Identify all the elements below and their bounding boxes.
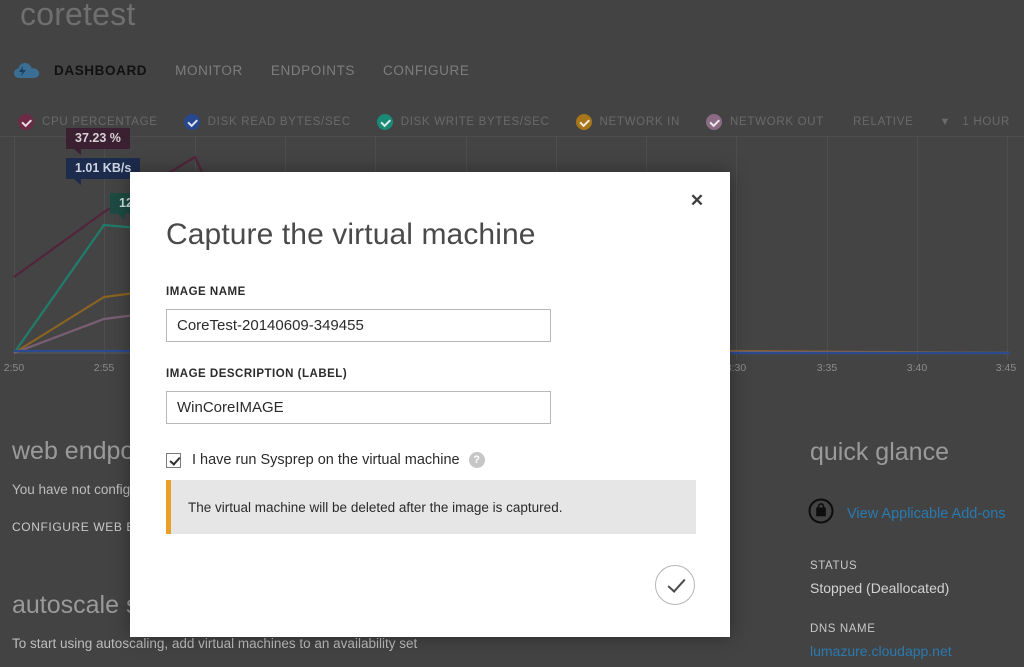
shopping-bag-icon: [808, 498, 834, 529]
confirm-button[interactable]: [655, 565, 695, 605]
app-root: coretest DASHBOARD MONITOR ENDPOINTS CON…: [0, 0, 1024, 667]
metric-toggle-network-in[interactable]: NETWORK IN: [575, 114, 681, 130]
check-circle-icon: [706, 114, 723, 130]
metric-label: NETWORK OUT: [730, 116, 824, 128]
metric-toggle-disk-write[interactable]: DISK WRITE BYTES/SEC: [376, 114, 550, 130]
metric-label: CPU PERCENTAGE: [42, 116, 158, 128]
capture-vm-dialog: ✕ Capture the virtual machine IMAGE NAME…: [130, 172, 730, 637]
nav-item-configure[interactable]: CONFIGURE: [383, 63, 469, 78]
sysprep-checkbox-row[interactable]: I have run Sysprep on the virtual machin…: [166, 452, 485, 468]
quick-glance-heading: quick glance: [810, 438, 949, 466]
help-icon[interactable]: ?: [468, 452, 485, 468]
x-tick-label: 3:40: [906, 362, 928, 374]
sysprep-label: I have run Sysprep on the virtual machin…: [192, 452, 460, 468]
chevron-down-icon[interactable]: ▼: [939, 116, 950, 128]
primary-nav: DASHBOARD MONITOR ENDPOINTS CONFIGURE: [0, 52, 1024, 89]
dns-name-label: DNS NAME: [810, 623, 876, 635]
chart-tooltip-cpu: 37.23 %: [66, 128, 130, 155]
metric-label: DISK READ BYTES/SEC: [207, 116, 351, 128]
view-applicable-addons-link[interactable]: View Applicable Add-ons: [847, 506, 1006, 522]
azure-cloud-icon: [14, 61, 40, 81]
deletion-notice-text: The virtual machine will be deleted afte…: [188, 499, 563, 515]
x-tick-label: 2:50: [3, 362, 25, 374]
check-circle-icon: [183, 114, 200, 130]
image-name-input[interactable]: [166, 309, 551, 342]
sysprep-checkbox[interactable]: [166, 452, 181, 468]
range-value-label[interactable]: 1 HOUR: [962, 116, 1010, 128]
status-value: Stopped (Deallocated): [810, 580, 950, 596]
metric-legend: CPU PERCENTAGE DISK READ BYTES/SEC DISK …: [0, 108, 1024, 136]
image-description-label: IMAGE DESCRIPTION (LABEL): [166, 368, 348, 380]
metric-label: DISK WRITE BYTES/SEC: [400, 116, 550, 128]
check-circle-icon: [18, 114, 34, 130]
dialog-title: Capture the virtual machine: [166, 218, 536, 251]
close-icon[interactable]: ✕: [682, 186, 712, 216]
chart-range-controls: RELATIVE ▼ 1 HOUR: [853, 116, 1024, 128]
x-tick-label: 3:35: [816, 362, 838, 374]
dns-name-value[interactable]: lumazure.cloudapp.net: [810, 643, 952, 659]
x-tick-label: 3:45: [995, 362, 1017, 374]
image-name-label: IMAGE NAME: [166, 286, 246, 298]
check-circle-icon: [376, 114, 393, 130]
status-label: STATUS: [810, 560, 858, 572]
range-relative-label[interactable]: RELATIVE: [853, 116, 913, 128]
autoscale-status-body: To start using autoscaling, add virtual …: [12, 636, 418, 651]
nav-item-monitor[interactable]: MONITOR: [175, 63, 243, 78]
metric-toggle-network-out[interactable]: NETWORK OUT: [706, 114, 824, 130]
nav-item-dashboard[interactable]: DASHBOARD: [54, 63, 147, 78]
nav-item-endpoints[interactable]: ENDPOINTS: [271, 63, 355, 78]
page-title: coretest: [20, 0, 136, 32]
metric-label: NETWORK IN: [599, 116, 681, 128]
image-description-input[interactable]: [166, 391, 551, 424]
check-circle-icon: [575, 114, 592, 130]
x-tick-label: 2:55: [93, 362, 115, 374]
view-applicable-addons-row[interactable]: View Applicable Add-ons: [808, 498, 1006, 529]
metric-toggle-disk-read[interactable]: DISK READ BYTES/SEC: [183, 114, 351, 130]
deletion-notice-banner: The virtual machine will be deleted afte…: [166, 480, 696, 534]
